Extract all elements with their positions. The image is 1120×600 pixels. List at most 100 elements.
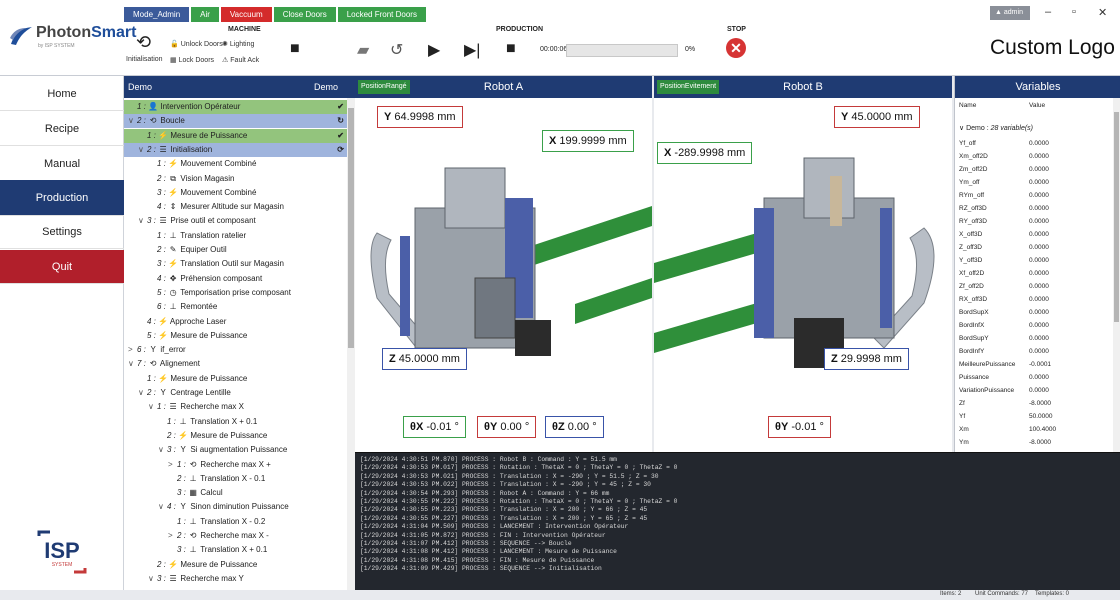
tree-scrollbar[interactable] (347, 98, 355, 590)
tree-node[interactable]: >6 : Y if_error (124, 343, 347, 357)
variable-row[interactable]: Z_off3D 0.0000 (959, 242, 1109, 254)
expander-icon[interactable]: ∨ (138, 143, 147, 157)
mode-chip[interactable]: Mode_Admin (124, 7, 190, 22)
tree-node[interactable]: 5 : ⚡ Mesure de Puissance (124, 329, 347, 343)
maximize-icon[interactable]: ▫ (1072, 6, 1076, 18)
emergency-stop-button[interactable]: ✕ (726, 38, 746, 58)
tree-node[interactable]: ∨ 2 : Y Centrage Lentille (124, 386, 347, 400)
tree-node[interactable]: >1 : ⟲ Recherche max X + (124, 458, 347, 472)
tree-node[interactable]: ∨ 3 : ☰ Recherche max Y (124, 572, 347, 586)
expander-icon[interactable]: > (168, 458, 177, 472)
lighting-button[interactable]: ✺ Lighting (222, 40, 254, 49)
variables-group[interactable]: ∨ Demo : 28 variable(s) (959, 124, 1033, 132)
variable-row[interactable]: BordSupY 0.0000 (959, 333, 1109, 345)
tree-node[interactable]: 2 : ⚡ Mesure de Puissance (124, 429, 347, 443)
robot-a-position-tag[interactable]: PositionRangé (358, 80, 410, 94)
tree-node[interactable]: 4 : ⇕ Mesurer Altitude sur Magasin (124, 200, 347, 214)
expander-icon[interactable]: ∨ (128, 357, 137, 371)
expander-icon[interactable]: ∨ (138, 214, 147, 228)
expander-icon[interactable]: ∨ (158, 500, 167, 514)
variable-row[interactable]: RX_off3D 0.0000 (959, 294, 1109, 306)
expander-icon[interactable]: ∨ (138, 386, 147, 400)
tree-node[interactable]: 1 : ⚡ Mesure de Puissance (124, 372, 347, 386)
mode-chip[interactable]: Locked Front Doors (337, 7, 426, 22)
user-badge[interactable]: ▲ admin (990, 6, 1030, 20)
nav-production[interactable]: Production (0, 180, 124, 216)
tree-node[interactable]: 3 : ⚡ Mouvement Combiné (124, 186, 347, 200)
tree-node[interactable]: 3 : ⚡ Translation Outil sur Magasin (124, 257, 347, 271)
tree-node[interactable]: 1 : ⊥ Translation X - 0.2 (124, 515, 347, 529)
nav-home[interactable]: Home (0, 78, 124, 111)
tree-node[interactable]: >2 : ⟲ Recherche max X - (124, 529, 347, 543)
tree-node[interactable]: ∨ 1 : ☰ Recherche max X (124, 400, 347, 414)
expander-icon[interactable]: > (168, 529, 177, 543)
tree-node[interactable]: ∨ 7 : ⟲ Alignement (124, 357, 347, 371)
step-icon[interactable]: ▶| (464, 40, 480, 60)
robot-b-position-tag[interactable]: PositionEvitement (657, 80, 720, 94)
close-icon[interactable]: ✕ (1098, 6, 1107, 19)
tree-node[interactable]: 2 : ⚡ Mesure de Puissance (124, 558, 347, 572)
lock-doors-button[interactable]: ▦ Lock Doors (170, 56, 214, 65)
tree-node[interactable]: 1 : 👤 Intervention Opérateur ✔ (124, 100, 347, 114)
unlock-doors-button[interactable]: 🔓 Unlock Doors (170, 40, 223, 49)
tree-node[interactable]: ∨ 2 : ☰ Initialisation ⟳ (124, 142, 347, 157)
expander-icon[interactable]: ∨ (158, 443, 167, 457)
tree-node[interactable]: 3 : ▦ Calcul (124, 486, 347, 500)
nav-manual[interactable]: Manual (0, 148, 124, 181)
play-icon[interactable]: ▶ (428, 40, 440, 60)
reset-icon[interactable]: ↺ (390, 40, 403, 60)
mode-chip[interactable]: Vaccuum (220, 7, 272, 22)
fault-ack-button[interactable]: ⚠ Fault Ack (222, 56, 259, 65)
mode-chip[interactable]: Close Doors (273, 7, 336, 22)
variable-row[interactable]: Zf_off2D 0.0000 (959, 281, 1109, 293)
tree-node[interactable]: 2 : ✎ Equiper Outil (124, 243, 347, 257)
nav-recipe[interactable]: Recipe (0, 113, 124, 146)
variable-row[interactable]: Ym -8.0000 (959, 437, 1109, 449)
variable-row[interactable]: Xm_off2D 0.0000 (959, 151, 1109, 163)
variables-scrollbar[interactable] (1113, 98, 1120, 452)
open-folder-icon[interactable]: ▰ (357, 40, 369, 60)
mode-chip[interactable]: Air (191, 7, 219, 22)
minimize-icon[interactable]: – (1045, 6, 1051, 18)
nav-quit[interactable]: Quit (0, 250, 124, 284)
robot-b-view[interactable]: Y 45.0000 mm X -289.9998 mm Z 29.9998 mm… (654, 98, 952, 452)
variable-row[interactable]: Zm_off2D 0.0000 (959, 164, 1109, 176)
tree-node[interactable]: 3 : ⊥ Translation X + 0.1 (124, 543, 347, 557)
variable-row[interactable]: Yf 50.0000 (959, 411, 1109, 423)
variable-row[interactable]: Xm 100.4000 (959, 424, 1109, 436)
tree-node[interactable]: 1 : ⊥ Translation X + 0.1 (124, 415, 347, 429)
tree-node[interactable]: 6 : ⊥ Remontée (124, 300, 347, 314)
tree-node[interactable]: 4 : ✥ Préhension composant (124, 272, 347, 286)
variable-row[interactable]: RZ_off3D 0.0000 (959, 203, 1109, 215)
process-log[interactable]: [1/29/2024 4:30:51 PM.870] PROCESS : Rob… (355, 452, 1120, 590)
variable-row[interactable]: Yf_off 0.0000 (959, 138, 1109, 150)
variable-row[interactable]: X_off3D 0.0000 (959, 229, 1109, 241)
tree-node[interactable]: ∨ 3 : Y Si augmentation Puissance (124, 443, 347, 457)
nav-settings[interactable]: Settings (0, 216, 124, 249)
tree-node[interactable]: 2 : ⧉ Vision Magasin (124, 172, 347, 186)
variable-row[interactable]: RYm_off 0.0000 (959, 190, 1109, 202)
variable-row[interactable]: BordSupX 0.0000 (959, 307, 1109, 319)
variable-row[interactable]: MeilleurePuissance -0.0001 (959, 359, 1109, 371)
tree-node[interactable]: 4 : ⚡ Approche Laser (124, 315, 347, 329)
variable-row[interactable]: RY_off3D 0.0000 (959, 216, 1109, 228)
variable-row[interactable]: Puissance 0.0000 (959, 372, 1109, 384)
initialisation-icon[interactable]: ⟲ (136, 32, 151, 53)
variable-row[interactable]: Xf_off2D 0.0000 (959, 268, 1109, 280)
expander-icon[interactable]: ∨ (148, 572, 157, 586)
variable-row[interactable]: BordInfY 0.0000 (959, 346, 1109, 358)
tree-node[interactable]: ∨ 2 : ⟲ Boucle ↻ (124, 114, 347, 129)
expander-icon[interactable]: ∨ (148, 400, 157, 414)
tree-node[interactable]: 5 : ◷ Temporisation prise composant (124, 286, 347, 300)
expander-icon[interactable]: > (128, 343, 137, 357)
variable-row[interactable]: VariationPuissance 0.0000 (959, 385, 1109, 397)
stop-square-icon[interactable]: ■ (506, 40, 516, 58)
robot-a-view[interactable]: Y 64.9998 mm X 199.9999 mm Z 45.0000 mm … (355, 98, 652, 452)
variable-row[interactable]: Y_off3D 0.0000 (959, 255, 1109, 267)
tree-node[interactable]: ∨ 4 : Y Sinon diminution Puissance (124, 500, 347, 514)
tree-node[interactable]: 1 : ⚡ Mesure de Puissance ✔ (124, 128, 347, 143)
tree-node[interactable]: 1 : ⊥ Translation ratelier (124, 229, 347, 243)
variable-row[interactable]: Ym_off 0.0000 (959, 177, 1109, 189)
expander-icon[interactable]: ∨ (128, 114, 137, 128)
variable-row[interactable]: Zf -8.0000 (959, 398, 1109, 410)
